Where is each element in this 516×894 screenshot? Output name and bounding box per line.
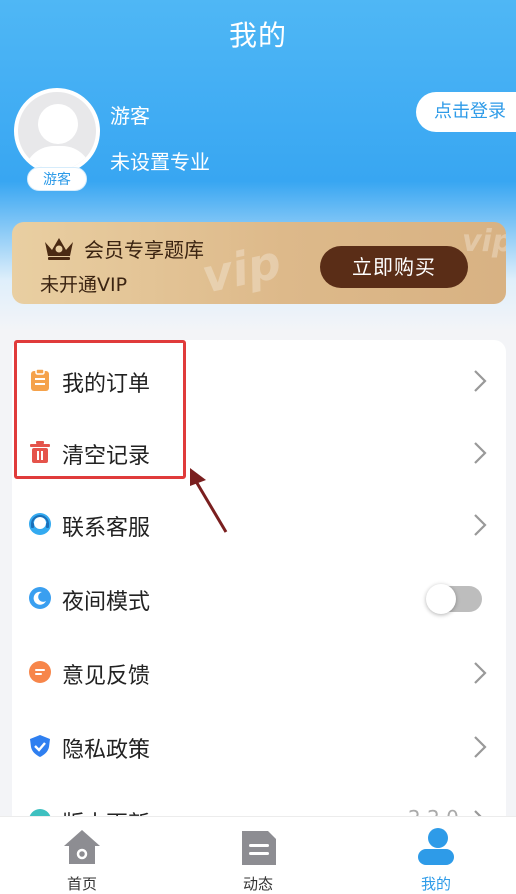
chevron-right-icon [474,514,487,536]
page-title: 我的 [228,19,287,52]
menu-item-customer-service[interactable]: 联系客服 [12,488,506,560]
avatar[interactable] [14,88,100,174]
menu-item-label: 联系客服 [62,516,151,541]
bottom-tab-bar: 首页 动态 我的 [0,816,516,894]
menu-item-label: 隐私政策 [62,738,151,763]
major-text[interactable]: 未设置专业 [110,146,210,175]
night-mode-toggle[interactable] [426,584,482,614]
tab-profile[interactable]: 我的 [376,817,496,894]
avatar-head-shape [38,104,78,144]
vip-watermark: vip [462,224,506,259]
login-button[interactable]: 点击登录 [416,92,516,132]
profile-icon [418,828,454,865]
annotation-highlight-box [14,340,186,479]
vip-watermark: vip [197,234,286,304]
shield-icon [30,735,50,757]
tab-label: 动态 [242,875,273,893]
chevron-right-icon [474,736,487,758]
customer-service-icon [29,513,51,535]
menu-item-label: 夜间模式 [62,590,151,615]
chevron-right-icon [474,442,487,464]
menu-item-label: 意见反馈 [62,664,151,689]
vip-status: 未开通VIP [40,274,128,296]
toggle-knob [426,584,456,614]
annotation-arrow [190,468,228,533]
news-icon [242,831,276,865]
chevron-right-icon [474,662,487,684]
menu-item-privacy-policy[interactable]: 隐私政策 [12,710,506,782]
avatar-badge: 游客 [27,167,87,191]
username: 游客 [110,104,150,128]
buy-now-button[interactable]: 立即购买 [320,246,468,288]
vip-card[interactable]: vip vip 会员专享题库 未开通VIP 立即购买 [12,222,506,304]
home-icon [64,830,100,864]
chevron-right-icon [474,370,487,392]
tab-home[interactable]: 首页 [22,817,142,894]
tab-label: 首页 [66,875,97,893]
menu-item-feedback[interactable]: 意见反馈 [12,636,506,708]
tab-label: 我的 [420,875,451,893]
moon-icon [29,587,51,609]
vip-title: 会员专享题库 [84,238,204,262]
crown-icon [45,238,73,260]
feedback-icon [29,661,51,683]
tab-news[interactable]: 动态 [198,817,318,894]
menu-item-night-mode: 夜间模式 [12,562,506,634]
